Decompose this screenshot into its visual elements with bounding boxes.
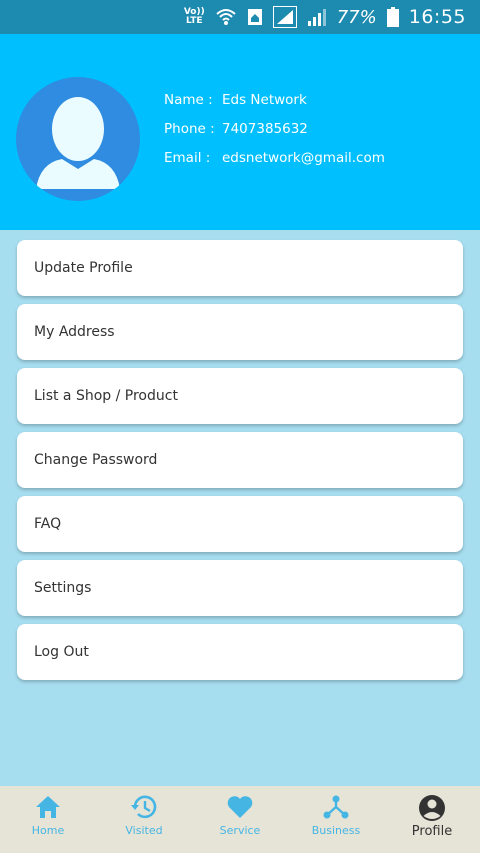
profile-info: Name : Eds Network Phone : 7407385632 Em… [164, 92, 385, 179]
profile-header: Name : Eds Network Phone : 7407385632 Em… [0, 34, 480, 230]
bottom-navigation: Home Visited Service Business Profile [0, 786, 480, 853]
phone-row: Phone : 7407385632 [164, 121, 385, 150]
sim-home-icon [247, 8, 263, 26]
nav-home-label: Home [31, 824, 65, 837]
wifi-icon [215, 7, 237, 27]
account-circle-icon [419, 795, 445, 821]
my-address-button[interactable]: My Address [17, 304, 463, 360]
email-label: Email : [164, 150, 211, 166]
change-password-button[interactable]: Change Password [17, 432, 463, 488]
menu-item-label: Change Password [34, 452, 158, 468]
menu-item-label: Log Out [34, 644, 89, 660]
clock: 16:55 [408, 6, 466, 28]
battery-percent: 77% [336, 6, 377, 28]
phone-label: Phone : [164, 121, 215, 137]
name-label: Name : [164, 92, 213, 108]
signal-strength-icon [272, 6, 297, 28]
menu-item-label: My Address [34, 324, 115, 340]
heart-icon [227, 796, 253, 818]
nav-profile-label: Profile [411, 824, 453, 839]
menu-item-label: Update Profile [34, 260, 133, 276]
avatar[interactable] [16, 77, 140, 201]
settings-button[interactable]: Settings [17, 560, 463, 616]
status-bar: Vo)) LTE 77% 16:55 [0, 0, 480, 34]
menu-item-label: List a Shop / Product [34, 388, 178, 404]
faq-button[interactable]: FAQ [17, 496, 463, 552]
log-out-button[interactable]: Log Out [17, 624, 463, 680]
menu-item-label: FAQ [34, 516, 62, 532]
menu-item-label: Settings [34, 580, 92, 596]
name-row: Name : Eds Network [164, 92, 385, 121]
history-icon [131, 795, 157, 819]
email-row: Email : edsnetwork@gmail.com [164, 150, 385, 179]
update-profile-button[interactable]: Update Profile [17, 240, 463, 296]
nav-service[interactable]: Service [192, 786, 288, 853]
network-icon [323, 795, 349, 819]
nav-service-label: Service [219, 824, 261, 837]
nav-visited-label: Visited [125, 824, 163, 837]
name-value: Eds Network [222, 92, 307, 108]
battery-icon [386, 7, 399, 27]
nav-business[interactable]: Business [288, 786, 384, 853]
nav-home[interactable]: Home [0, 786, 96, 853]
phone-value: 7407385632 [222, 121, 308, 137]
profile-menu: Update Profile My Address List a Shop / … [17, 240, 463, 688]
email-value: edsnetwork@gmail.com [222, 150, 385, 166]
volte-indicator: Vo)) LTE [183, 7, 205, 26]
nav-visited[interactable]: Visited [96, 786, 192, 853]
nav-business-label: Business [311, 824, 361, 837]
user-silhouette-icon [36, 97, 120, 189]
nav-profile[interactable]: Profile [384, 786, 480, 853]
signal-strength-icon-2 [307, 8, 327, 26]
list-shop-product-button[interactable]: List a Shop / Product [17, 368, 463, 424]
home-icon [36, 796, 60, 818]
